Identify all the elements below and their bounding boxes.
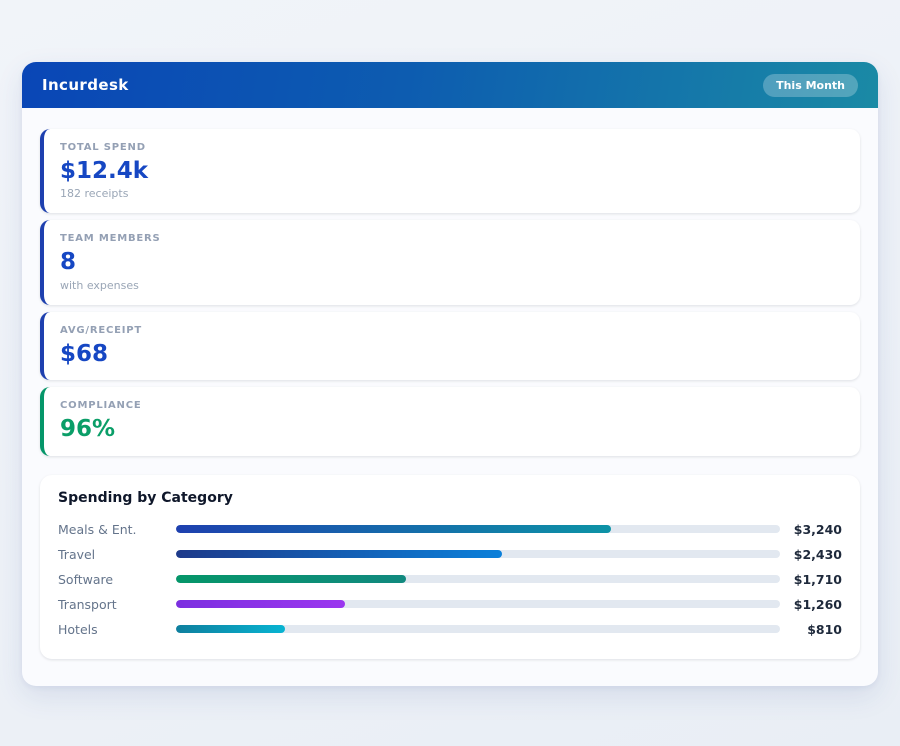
chart-row: Hotels $810 — [58, 617, 842, 642]
category-value: $810 — [780, 622, 842, 637]
dashboard-panel: Incurdesk This Month TOTAL SPEND $12.4k … — [22, 62, 878, 686]
category-label: Software — [58, 572, 176, 587]
bar-track — [176, 525, 780, 533]
chart-rows: Meals & Ent. $3,240 Travel $2,430 Software $1… — [58, 517, 842, 642]
spending-by-category-chart: Spending by Category Meals & Ent. $3,240 T… — [40, 475, 860, 659]
app-title: Incurdesk — [42, 76, 129, 94]
stat-card-compliance: COMPLIANCE 96% — [40, 387, 860, 455]
bar-fill — [176, 575, 406, 583]
bar-fill — [176, 550, 502, 558]
category-value: $1,710 — [780, 572, 842, 587]
dashboard-content: TOTAL SPEND $12.4k 182 receipts TEAM MEM… — [22, 108, 878, 659]
stat-card-total-spend: TOTAL SPEND $12.4k 182 receipts — [40, 129, 860, 213]
category-label: Meals & Ent. — [58, 522, 176, 537]
chart-row: Transport $1,260 — [58, 592, 842, 617]
stat-subtext: 182 receipts — [60, 187, 842, 200]
category-value: $3,240 — [780, 522, 842, 537]
stat-value: $68 — [60, 341, 842, 367]
stat-value: 96% — [60, 416, 842, 442]
stat-card-team-members: TEAM MEMBERS 8 with expenses — [40, 220, 860, 304]
stat-label: TOTAL SPEND — [60, 142, 842, 153]
bar-track — [176, 575, 780, 583]
stat-subtext: with expenses — [60, 279, 842, 292]
bar-fill — [176, 525, 611, 533]
stat-value: 8 — [60, 249, 842, 275]
category-label: Hotels — [58, 622, 176, 637]
stat-value: $12.4k — [60, 158, 842, 184]
app-header: Incurdesk This Month — [22, 62, 878, 108]
period-badge[interactable]: This Month — [763, 74, 858, 97]
chart-row: Meals & Ent. $3,240 — [58, 517, 842, 542]
category-label: Transport — [58, 597, 176, 612]
bar-fill — [176, 625, 285, 633]
category-value: $1,260 — [780, 597, 842, 612]
stat-label: TEAM MEMBERS — [60, 233, 842, 244]
bar-fill — [176, 600, 345, 608]
stat-label: AVG/RECEIPT — [60, 325, 842, 336]
chart-row: Software $1,710 — [58, 567, 842, 592]
category-label: Travel — [58, 547, 176, 562]
category-value: $2,430 — [780, 547, 842, 562]
stat-label: COMPLIANCE — [60, 400, 842, 411]
bar-track — [176, 550, 780, 558]
bar-track — [176, 625, 780, 633]
chart-row: Travel $2,430 — [58, 542, 842, 567]
chart-title: Spending by Category — [58, 490, 842, 506]
stat-card-avg-receipt: AVG/RECEIPT $68 — [40, 312, 860, 380]
bar-track — [176, 600, 780, 608]
